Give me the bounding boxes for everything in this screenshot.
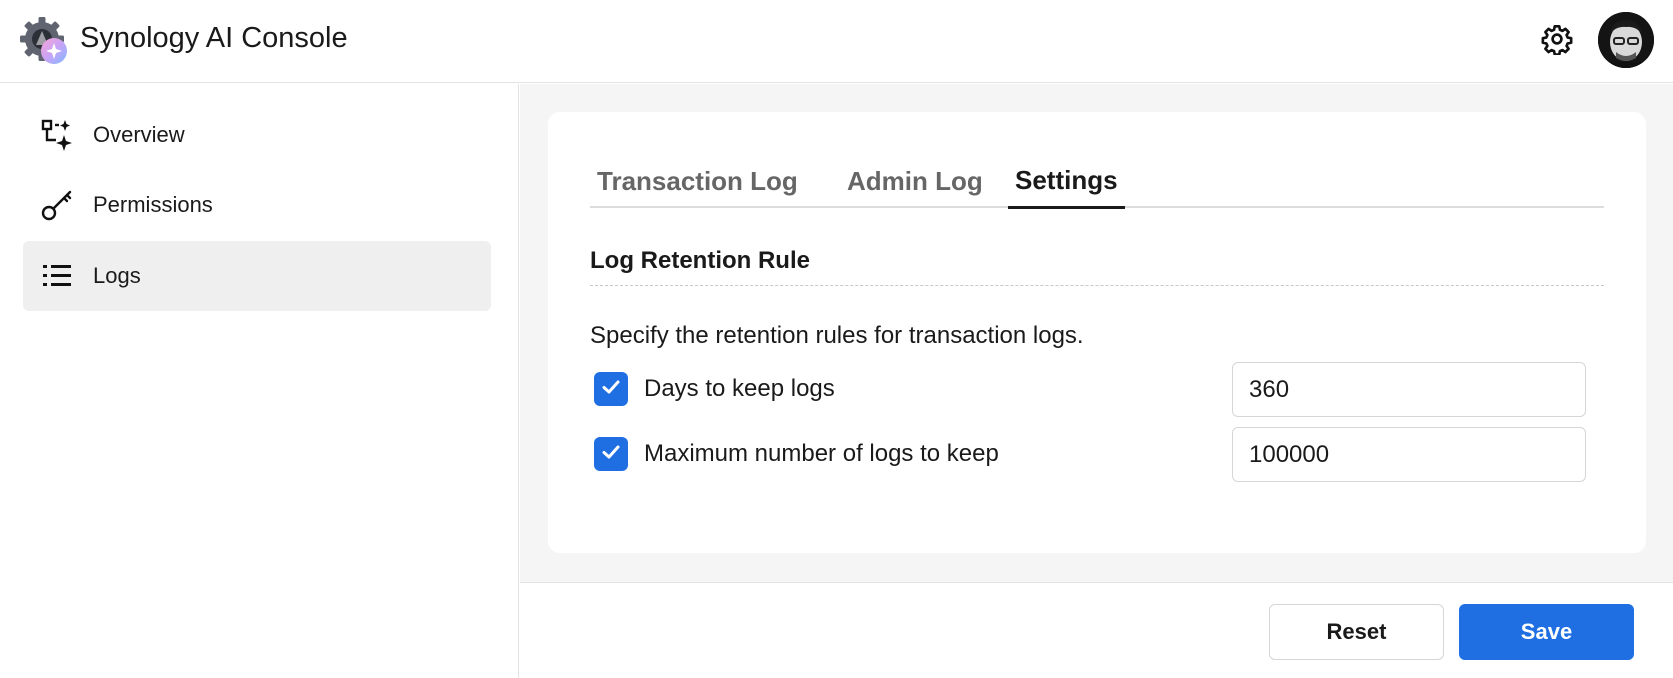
- max-logs-checkbox[interactable]: [594, 437, 628, 471]
- sidebar: Overview Permissions Logs: [0, 84, 519, 678]
- save-button[interactable]: Save: [1459, 604, 1634, 660]
- app-title: Synology AI Console: [80, 22, 348, 54]
- action-footer: Reset Save: [520, 582, 1673, 678]
- rule-row-max-logs: Maximum number of logs to keep: [594, 427, 1594, 483]
- overview-sparkle-icon: [39, 117, 75, 153]
- app-logo-icon: [18, 15, 70, 67]
- sidebar-item-label: Overview: [93, 122, 185, 147]
- section-title: Log Retention Rule: [590, 247, 1604, 286]
- checkmark-icon: [600, 441, 622, 468]
- rule-label: Maximum number of logs to keep: [644, 440, 999, 467]
- sidebar-item-label: Permissions: [93, 192, 213, 217]
- main-content: Transaction Log Admin Log Settings Log R…: [520, 84, 1673, 678]
- sidebar-item-label: Logs: [93, 263, 141, 288]
- days-to-keep-input[interactable]: [1232, 362, 1586, 417]
- list-icon: [39, 258, 75, 294]
- sidebar-item-logs[interactable]: Logs: [23, 241, 491, 311]
- reset-button[interactable]: Reset: [1269, 604, 1444, 660]
- rule-row-days: Days to keep logs: [594, 362, 1594, 418]
- settings-card: Transaction Log Admin Log Settings Log R…: [548, 112, 1646, 553]
- sidebar-item-permissions[interactable]: Permissions: [23, 170, 491, 240]
- rule-label: Days to keep logs: [644, 375, 835, 402]
- top-bar: Synology AI Console: [0, 0, 1673, 83]
- settings-button[interactable]: [1538, 22, 1576, 60]
- gear-icon: [1541, 23, 1573, 60]
- max-logs-input[interactable]: [1232, 427, 1586, 482]
- user-avatar[interactable]: [1598, 12, 1654, 68]
- log-tabs: Transaction Log Admin Log Settings: [590, 154, 1604, 209]
- days-to-keep-checkbox[interactable]: [594, 372, 628, 406]
- tab-admin-log[interactable]: Admin Log: [840, 154, 990, 208]
- tab-transaction-log[interactable]: Transaction Log: [590, 154, 805, 208]
- key-icon: [39, 187, 75, 223]
- section-description: Specify the retention rules for transact…: [590, 322, 1084, 349]
- tab-settings[interactable]: Settings: [1008, 154, 1125, 209]
- sidebar-item-overview[interactable]: Overview: [23, 100, 491, 170]
- checkmark-icon: [600, 376, 622, 403]
